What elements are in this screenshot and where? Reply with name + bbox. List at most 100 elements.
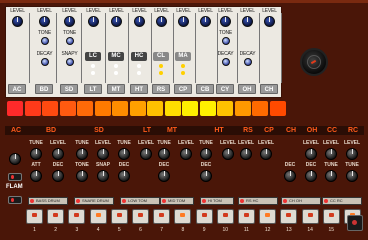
trigger-pad[interactable] (147, 101, 163, 116)
trigger-pad[interactable] (269, 101, 286, 116)
instrument-selector[interactable]: MID TOM (160, 197, 194, 205)
trigger-pad[interactable] (112, 101, 128, 116)
control-knob[interactable] (118, 148, 130, 160)
trigger-pad[interactable] (59, 101, 76, 116)
channel-button[interactable]: HT (130, 84, 148, 94)
control-knob[interactable] (76, 170, 88, 182)
trigger-pad[interactable] (234, 101, 251, 116)
decay-knob[interactable] (244, 58, 252, 66)
trigger-pad[interactable] (129, 101, 146, 116)
channel-button[interactable]: MT (107, 84, 125, 94)
instrument-selector[interactable]: RS HC (238, 197, 278, 205)
level-knob[interactable] (156, 16, 167, 27)
level-knob[interactable] (88, 16, 99, 27)
level-knob[interactable] (178, 16, 189, 27)
control-knob[interactable] (200, 148, 212, 160)
control-knob[interactable] (325, 170, 337, 182)
control-knob[interactable] (158, 148, 170, 160)
instrument-selector[interactable]: LOW TOM (120, 197, 160, 205)
instrument-selector[interactable]: CH OH (281, 197, 321, 205)
trigger-pad[interactable] (199, 101, 216, 116)
step-button[interactable] (132, 209, 149, 224)
channel-button[interactable]: SD (60, 84, 78, 94)
control-knob[interactable] (97, 170, 109, 182)
trigger-pad[interactable] (24, 101, 41, 116)
control-knob[interactable] (52, 148, 64, 160)
level-knob[interactable] (134, 16, 145, 27)
step-button[interactable] (89, 209, 107, 224)
control-knob[interactable] (180, 148, 192, 160)
channel-button[interactable]: CP (174, 84, 192, 94)
step-button[interactable] (68, 209, 86, 224)
trigger-pad[interactable] (164, 101, 181, 116)
trigger-pad[interactable] (7, 101, 23, 116)
step-button[interactable] (47, 209, 65, 224)
control-knob[interactable] (284, 170, 296, 182)
trigger-pad[interactable] (77, 101, 93, 116)
control-knob[interactable] (30, 170, 42, 182)
step-button[interactable] (259, 209, 277, 224)
level-knob[interactable] (220, 16, 231, 27)
channel-button[interactable]: OH (238, 84, 256, 94)
trigger-pad[interactable] (252, 101, 268, 116)
level-knob[interactable] (200, 16, 211, 27)
channel-button[interactable]: LT (84, 84, 102, 94)
control-knob[interactable] (76, 148, 88, 160)
control-knob[interactable] (240, 148, 252, 160)
instrument-selector[interactable]: SNARE DRUM (74, 197, 114, 205)
trigger-pad[interactable] (42, 101, 58, 116)
control-knob[interactable] (9, 153, 21, 165)
step-button[interactable] (153, 209, 171, 224)
control-knob[interactable] (305, 170, 317, 182)
decay-knob[interactable] (222, 58, 230, 66)
instrument-selector[interactable]: CC RC (322, 197, 362, 205)
channel-button[interactable]: CB (196, 84, 214, 94)
trigger-pad[interactable] (182, 101, 198, 116)
channel-button[interactable]: CH (260, 84, 278, 94)
control-knob[interactable] (305, 148, 317, 160)
step-button[interactable] (322, 209, 340, 224)
channel-button[interactable]: BD (35, 84, 53, 94)
instrument-selector[interactable]: BASS DRUM (28, 197, 68, 205)
control-knob[interactable] (260, 148, 272, 160)
trigger-pad[interactable] (217, 101, 233, 116)
level-knob[interactable] (111, 16, 122, 27)
control-knob[interactable] (200, 170, 212, 182)
control-knob[interactable] (222, 148, 234, 160)
control-knob[interactable] (325, 148, 337, 160)
level-knob[interactable] (64, 16, 75, 27)
step-button[interactable] (174, 209, 192, 224)
control-knob[interactable] (140, 148, 152, 160)
tone-knob[interactable] (222, 37, 230, 45)
step-button[interactable] (238, 209, 255, 224)
tone-knob[interactable] (41, 37, 49, 45)
step-button[interactable] (216, 209, 234, 224)
control-knob[interactable] (30, 148, 42, 160)
channel-button[interactable]: RS (152, 84, 170, 94)
run-stop-button[interactable] (347, 215, 363, 231)
level-knob[interactable] (242, 16, 253, 27)
decay-knob[interactable] (66, 58, 74, 66)
step-button[interactable] (301, 209, 319, 224)
level-knob[interactable] (39, 16, 50, 27)
instrument-selector[interactable]: HI TOM (200, 197, 234, 205)
level-knob[interactable] (12, 16, 23, 27)
control-knob[interactable] (118, 170, 130, 182)
ac-switch[interactable] (8, 173, 22, 181)
channel-button[interactable]: CY (216, 84, 234, 94)
control-knob[interactable] (158, 170, 170, 182)
control-knob[interactable] (346, 170, 358, 182)
level-knob[interactable] (264, 16, 275, 27)
tempo-dial[interactable] (300, 48, 328, 76)
tone-knob[interactable] (66, 37, 74, 45)
flam-switch[interactable] (8, 196, 22, 204)
decay-knob[interactable] (41, 58, 49, 66)
step-button[interactable] (280, 209, 298, 224)
control-knob[interactable] (52, 170, 64, 182)
control-knob[interactable] (346, 148, 358, 160)
channel-button[interactable]: AC (8, 84, 26, 94)
step-button[interactable] (195, 209, 213, 224)
step-button[interactable] (26, 209, 43, 224)
trigger-pad[interactable] (94, 101, 111, 116)
control-knob[interactable] (97, 148, 109, 160)
